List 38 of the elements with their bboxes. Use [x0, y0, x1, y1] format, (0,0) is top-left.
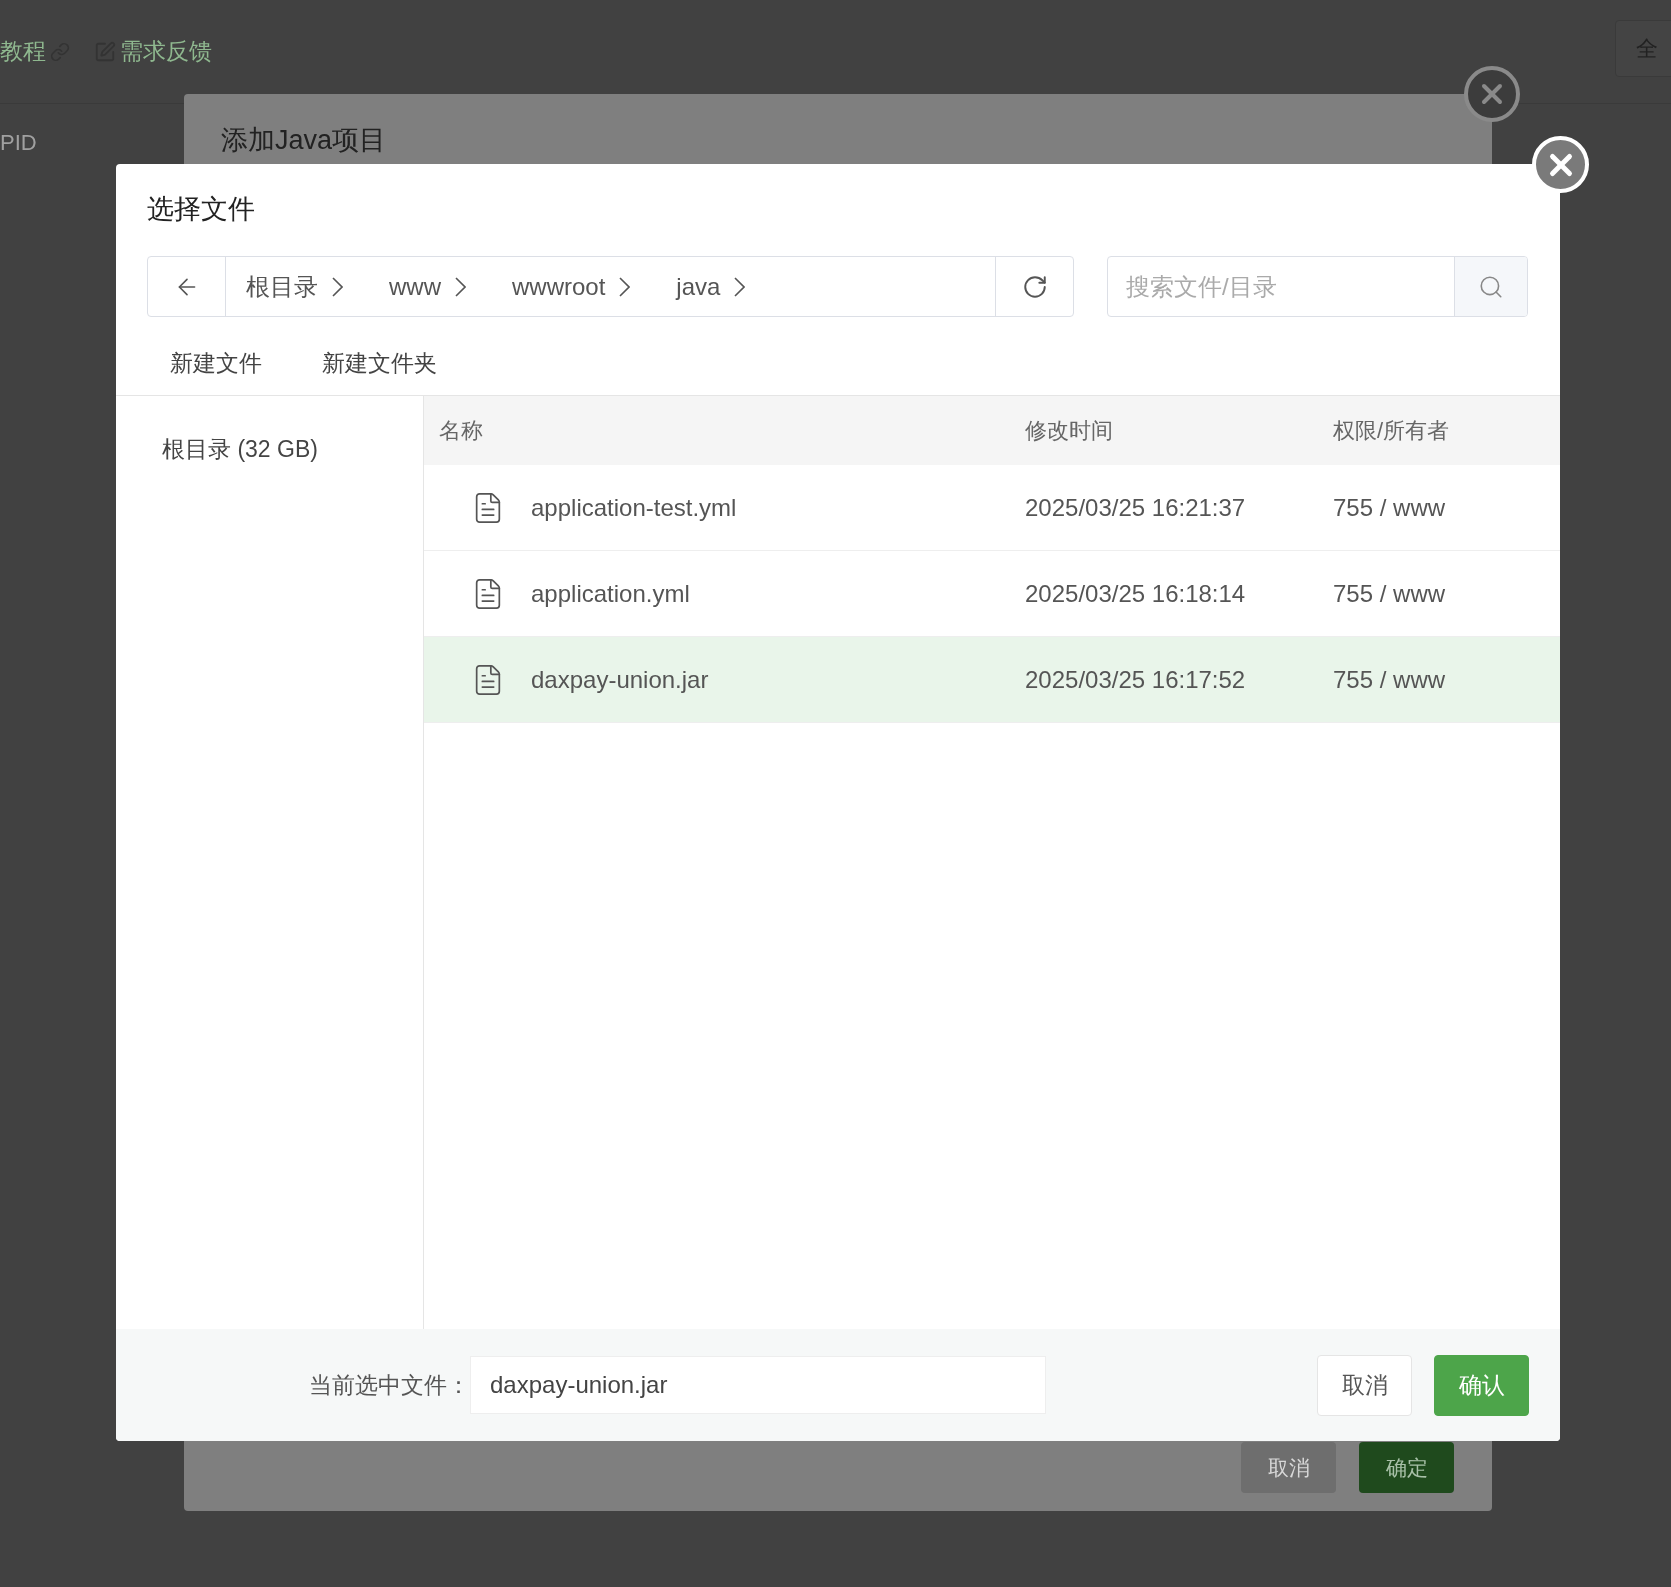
header-link[interactable]: 教程: [0, 34, 46, 69]
search-box[interactable]: 搜索文件/目录: [1107, 256, 1528, 317]
cancel-button[interactable]: 取消: [1241, 1442, 1336, 1493]
breadcrumb-item[interactable]: java: [676, 268, 746, 305]
selected-file-field[interactable]: daxpay-union.jar: [470, 1356, 1046, 1414]
column-header: 权限/所有者: [1333, 417, 1451, 445]
chevron-right-icon: [619, 276, 631, 297]
sidebar-item[interactable]: 根目录 (32 GB): [162, 432, 318, 467]
file-row[interactable]: daxpay-union.jar 2025/03/25 16:17:52 755 / www: [424, 637, 1560, 723]
modified-time: 2025/03/25 16:17:52: [1025, 664, 1247, 695]
cancel-button[interactable]: 取消: [1317, 1354, 1412, 1416]
column-header: 名称: [438, 417, 484, 445]
permission-owner: 755 / www: [1333, 492, 1447, 523]
search-button[interactable]: [1454, 257, 1527, 316]
permission-owner: 755 / www: [1333, 578, 1447, 609]
column-header: 修改时间: [1025, 417, 1114, 445]
dialog-title: 添加Java项目: [221, 124, 387, 157]
breadcrumb-item[interactable]: 根目录: [246, 268, 343, 305]
column-header: PID: [0, 129, 38, 157]
search-field[interactable]: 搜索文件/目录: [1108, 257, 1454, 316]
modified-time: 2025/03/25 16:18:14: [1025, 578, 1247, 609]
file-name: daxpay-union.jar: [531, 664, 709, 695]
file-name: application-test.yml: [531, 492, 737, 523]
dialog-title: 选择文件: [147, 196, 256, 223]
confirm-button[interactable]: 确定: [1359, 1442, 1454, 1493]
file-name: application.yml: [531, 578, 690, 609]
field-label: 当前选中文件：: [308, 1370, 470, 1400]
modified-time: 2025/03/25 16:21:37: [1025, 492, 1247, 523]
toolbar-link[interactable]: 新建文件: [170, 346, 262, 381]
permission-owner: 755 / www: [1333, 664, 1447, 695]
toolbar-link[interactable]: 新建文件夹: [322, 346, 437, 381]
chevron-right-icon: [734, 276, 746, 297]
chevron-right-icon: [455, 276, 466, 297]
refresh-icon: [1021, 273, 1048, 300]
breadcrumb-item[interactable]: wwwroot: [512, 268, 631, 305]
chevron-right-icon: [332, 276, 343, 297]
breadcrumb-item[interactable]: www: [389, 268, 466, 305]
header-link[interactable]: 需求反馈: [120, 34, 212, 69]
